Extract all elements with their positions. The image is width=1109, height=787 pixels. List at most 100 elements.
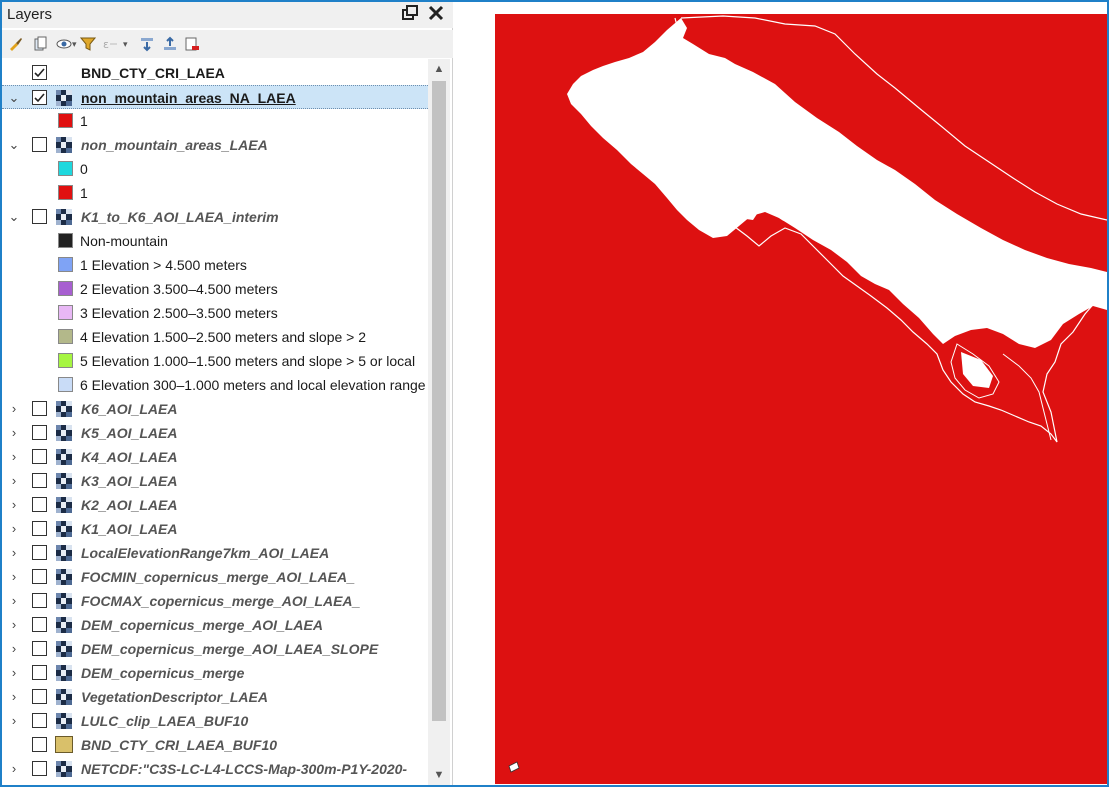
close-panel-icon[interactable]	[426, 4, 446, 24]
layer-row[interactable]: › DEM_copernicus_merge_AOI_LAEA_SLOPE	[2, 637, 428, 661]
layer-row[interactable]: › K4_AOI_LAEA	[2, 445, 428, 469]
layer-visibility-checkbox[interactable]	[32, 689, 47, 704]
legend-swatch	[58, 257, 73, 272]
layer-row[interactable]: BND_CTY_CRI_LAEA	[2, 61, 428, 85]
layer-visibility-checkbox[interactable]	[32, 545, 47, 560]
expand-all-icon[interactable]	[139, 36, 155, 52]
remove-layer-icon[interactable]	[184, 36, 200, 52]
legend-label: 5 Elevation 1.000–1.500 meters and slope…	[80, 353, 416, 369]
legend-swatch	[58, 353, 73, 368]
expand-chevron-icon[interactable]: ›	[7, 424, 21, 442]
layer-visibility-checkbox[interactable]	[32, 761, 47, 776]
layer-row[interactable]: ⌄ K1_to_K6_AOI_LAEA_interim	[2, 205, 428, 229]
layer-name: LocalElevationRange7km_AOI_LAEA	[81, 545, 330, 561]
layer-name: DEM_copernicus_merge_AOI_LAEA_SLOPE	[81, 641, 379, 657]
layer-visibility-checkbox[interactable]	[32, 665, 47, 680]
layer-row[interactable]: ⌄ non_mountain_areas_NA_LAEA	[2, 85, 428, 109]
layer-row[interactable]: › DEM_copernicus_merge	[2, 661, 428, 685]
layer-row[interactable]: › K2_AOI_LAEA	[2, 493, 428, 517]
float-panel-icon[interactable]	[400, 4, 420, 24]
collapse-chevron-icon[interactable]: ⌄	[7, 208, 21, 226]
collapse-chevron-icon[interactable]: ⌄	[7, 136, 21, 154]
raster-layer-icon	[56, 137, 72, 153]
layer-row[interactable]: › NETCDF:"C3S-LC-L4-LCCS-Map-300m-P1Y-202…	[2, 757, 428, 781]
layer-name: K2_AOI_LAEA	[81, 497, 178, 513]
scroll-up-icon[interactable]: ▲	[428, 59, 450, 79]
filter-dropdown-icon[interactable]: ▾	[123, 36, 131, 52]
expand-chevron-icon[interactable]: ›	[7, 688, 21, 706]
layer-row[interactable]: ⌄ non_mountain_areas_LAEA	[2, 133, 428, 157]
layer-row[interactable]: › DEM_copernicus_merge_AOI_LAEA	[2, 613, 428, 637]
expand-chevron-icon[interactable]: ›	[7, 496, 21, 514]
layer-name: LULC_clip_LAEA_BUF10	[81, 713, 249, 729]
legend-label: 0	[80, 161, 88, 177]
filter-legend-icon[interactable]	[80, 36, 96, 52]
layer-visibility-checkbox[interactable]	[32, 137, 47, 152]
layer-visibility-checkbox[interactable]	[32, 593, 47, 608]
layer-visibility-checkbox[interactable]	[32, 90, 47, 105]
layer-visibility-checkbox[interactable]	[32, 65, 47, 80]
layer-row[interactable]: › FOCMIN_copernicus_merge_AOI_LAEA_	[2, 565, 428, 589]
expand-chevron-icon[interactable]: ›	[7, 760, 21, 778]
layer-row[interactable]: › K5_AOI_LAEA	[2, 421, 428, 445]
layer-visibility-checkbox[interactable]	[32, 473, 47, 488]
map-canvas[interactable]	[495, 14, 1107, 784]
panel-title: Layers	[7, 6, 53, 23]
expand-chevron-icon[interactable]: ›	[7, 520, 21, 538]
layer-visibility-checkbox[interactable]	[32, 737, 47, 752]
manage-visibility-icon[interactable]	[56, 36, 72, 52]
legend-item: 1	[2, 181, 428, 205]
layer-visibility-checkbox[interactable]	[32, 569, 47, 584]
style-manager-icon[interactable]	[8, 36, 24, 52]
layer-row[interactable]: › K1_AOI_LAEA	[2, 517, 428, 541]
layer-row[interactable]: › LocalElevationRange7km_AOI_LAEA	[2, 541, 428, 565]
collapse-chevron-icon[interactable]: ⌄	[7, 89, 21, 107]
layer-row[interactable]: › FOCMAX_copernicus_merge_AOI_LAEA_	[2, 589, 428, 613]
layer-row[interactable]: › VegetationDescriptor_LAEA	[2, 685, 428, 709]
layer-visibility-checkbox[interactable]	[32, 209, 47, 224]
polygon-layer-icon	[55, 736, 73, 753]
layer-visibility-checkbox[interactable]	[32, 401, 47, 416]
layer-visibility-checkbox[interactable]	[32, 521, 47, 536]
expand-chevron-icon[interactable]: ›	[7, 400, 21, 418]
expand-chevron-icon[interactable]: ›	[7, 544, 21, 562]
scroll-thumb[interactable]	[432, 81, 446, 721]
expand-chevron-icon[interactable]: ›	[7, 448, 21, 466]
raster-layer-icon	[56, 401, 72, 417]
filter-expression-icon[interactable]: ε	[102, 36, 118, 52]
layer-name: K1_AOI_LAEA	[81, 521, 178, 537]
raster-layer-icon	[56, 665, 72, 681]
layer-visibility-checkbox[interactable]	[32, 449, 47, 464]
layer-row[interactable]: › K6_AOI_LAEA	[2, 397, 428, 421]
collapse-all-icon[interactable]	[162, 36, 178, 52]
layer-visibility-checkbox[interactable]	[32, 425, 47, 440]
expand-chevron-icon[interactable]: ›	[7, 616, 21, 634]
raster-layer-icon	[56, 569, 72, 585]
layer-name: FOCMAX_copernicus_merge_AOI_LAEA_	[81, 593, 361, 609]
layer-row[interactable]: › LULC_clip_LAEA_BUF10	[2, 709, 428, 733]
raster-layer-icon	[56, 449, 72, 465]
raster-layer-icon	[56, 761, 72, 777]
scroll-down-icon[interactable]: ▼	[428, 765, 450, 785]
layer-visibility-checkbox[interactable]	[32, 617, 47, 632]
legend-swatch	[58, 161, 73, 176]
expand-chevron-icon[interactable]: ›	[7, 712, 21, 730]
expand-chevron-icon[interactable]: ›	[7, 472, 21, 490]
layer-visibility-checkbox[interactable]	[32, 641, 47, 656]
legend-label: 6 Elevation 300–1.000 meters and local e…	[80, 377, 426, 393]
visibility-dropdown-icon[interactable]: ▾	[72, 36, 80, 52]
expand-chevron-icon[interactable]: ›	[7, 664, 21, 682]
layer-visibility-checkbox[interactable]	[32, 713, 47, 728]
legend-swatch	[58, 233, 73, 248]
raster-layer-icon	[56, 713, 72, 729]
legend-label: 1	[80, 185, 88, 201]
layer-visibility-checkbox[interactable]	[32, 497, 47, 512]
layer-row[interactable]: › K3_AOI_LAEA	[2, 469, 428, 493]
expand-chevron-icon[interactable]: ›	[7, 568, 21, 586]
expand-chevron-icon[interactable]: ›	[7, 592, 21, 610]
layer-row[interactable]: BND_CTY_CRI_LAEA_BUF10	[2, 733, 428, 757]
layer-tree-scrollbar[interactable]: ▲ ▼	[428, 59, 450, 785]
checkmark-icon	[34, 93, 45, 103]
expand-chevron-icon[interactable]: ›	[7, 640, 21, 658]
add-group-icon[interactable]	[32, 36, 48, 52]
